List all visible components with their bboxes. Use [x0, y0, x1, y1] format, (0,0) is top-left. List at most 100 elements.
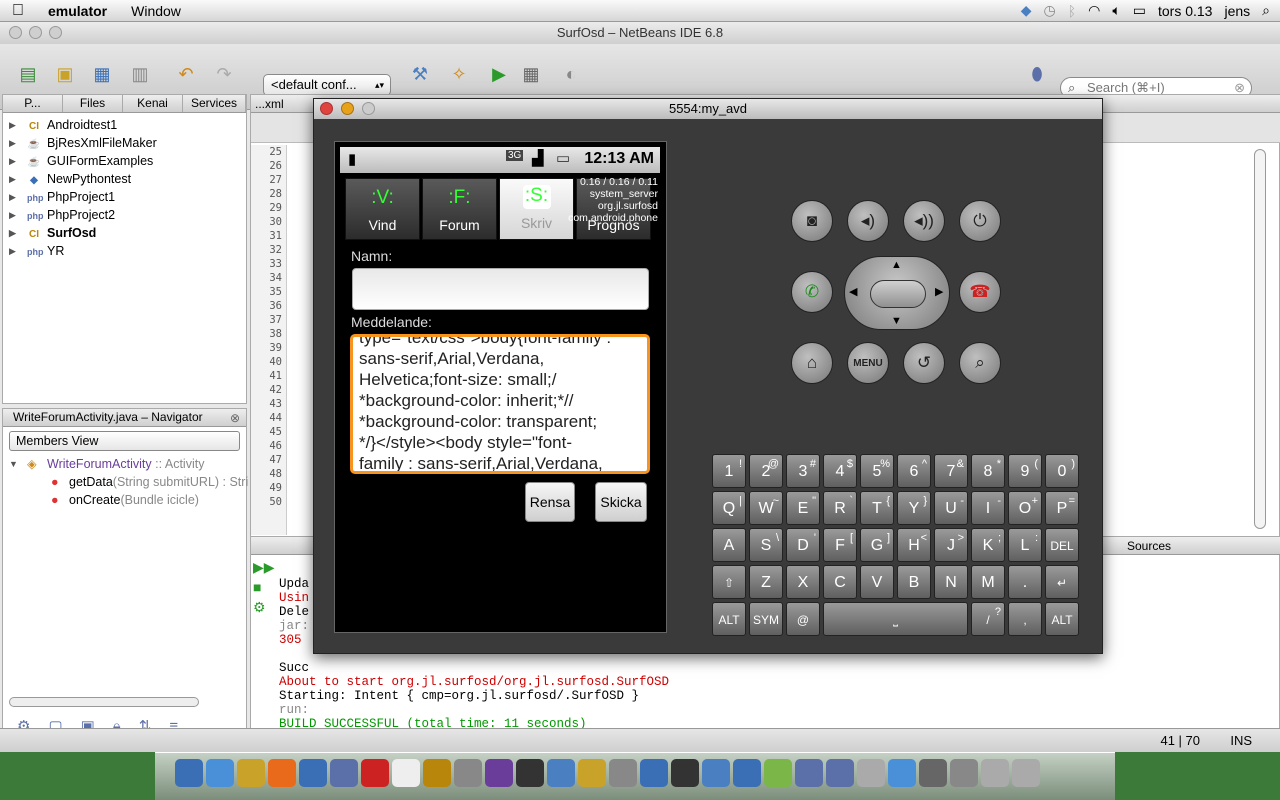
bluetooth-icon[interactable]: ᛒ — [1068, 3, 1076, 19]
horizontal-scrollbar[interactable] — [9, 697, 199, 707]
dock-app-icon[interactable] — [857, 759, 885, 787]
key[interactable]: S \ — [749, 528, 783, 562]
redo-icon[interactable]: ↷ — [211, 61, 237, 87]
dock-app-icon[interactable] — [175, 759, 203, 787]
key[interactable]: 6 ^ — [897, 454, 931, 488]
at-key[interactable]: @ — [786, 602, 820, 636]
dock-app-icon[interactable] — [702, 759, 730, 787]
power-button[interactable]: ⏻ — [959, 200, 1001, 242]
dock-app-icon[interactable] — [454, 759, 482, 787]
expand-icon[interactable]: ▶ — [9, 242, 16, 260]
dropbox-icon[interactable]: ◆ — [1021, 2, 1032, 19]
tree-item-bjresxmlfilemaker[interactable]: ▶ ☕ BjResXmlFileMaker — [3, 134, 246, 152]
key[interactable]: 2 @ — [749, 454, 783, 488]
new-project-icon[interactable]: ▣ — [52, 61, 78, 87]
key[interactable]: . — [1008, 565, 1042, 599]
key[interactable]: D ' — [786, 528, 820, 562]
dock-app-icon[interactable] — [764, 759, 792, 787]
delete-key[interactable]: DEL — [1045, 528, 1079, 562]
emulator-minimize-button[interactable] — [341, 102, 354, 115]
dock-app-icon[interactable] — [671, 759, 699, 787]
dock-app-icon[interactable] — [516, 759, 544, 787]
nav-class-item[interactable]: ▼ ◈ WriteForumActivity :: Activity — [3, 455, 246, 473]
alt-key-left[interactable]: ALT — [712, 602, 746, 636]
clean-build-icon[interactable]: ✧ — [446, 61, 472, 87]
tree-item-newpythontest[interactable]: ▶ ◆ NewPythontest — [3, 170, 246, 188]
key[interactable]: C — [823, 565, 857, 599]
zoom-window-button[interactable] — [49, 26, 62, 39]
tree-item-phpproject2[interactable]: ▶ php PhpProject2 — [3, 206, 246, 224]
vertical-scrollbar[interactable] — [1254, 149, 1266, 529]
dock-app-icon[interactable] — [888, 759, 916, 787]
dock-app-icon[interactable] — [1012, 759, 1040, 787]
php-icon[interactable]: ⬮ — [1024, 61, 1050, 87]
spotlight-icon[interactable]: ⌕ — [1262, 2, 1270, 19]
call-button[interactable]: ✆ — [791, 271, 833, 313]
volume-icon[interactable]: 🔈︎ — [1112, 2, 1120, 19]
alt-key-right[interactable]: ALT — [1045, 602, 1079, 636]
dock-app-icon[interactable] — [640, 759, 668, 787]
close-window-button[interactable] — [9, 26, 22, 39]
back-button[interactable]: ↺ — [903, 342, 945, 384]
key[interactable]: K; — [971, 528, 1005, 562]
key[interactable]: 7 & — [934, 454, 968, 488]
dock-app-icon[interactable] — [206, 759, 234, 787]
key[interactable]: E " — [786, 491, 820, 525]
volume-down-button[interactable]: ◂) — [847, 200, 889, 242]
menu-window[interactable]: Window — [119, 0, 193, 22]
tab-sources[interactable]: Sources — [1127, 539, 1171, 553]
expand-icon[interactable]: ▶ — [9, 152, 16, 170]
tree-item-androidtest1[interactable]: ▶ CI Androidtest1 — [3, 116, 246, 134]
undo-icon[interactable]: ↶ — [173, 61, 199, 87]
menubar-clock[interactable]: tors 0.13 — [1158, 3, 1212, 19]
minimize-window-button[interactable] — [29, 26, 42, 39]
end-call-button[interactable]: ☎ — [959, 271, 1001, 313]
key[interactable]: F[ — [823, 528, 857, 562]
key[interactable]: O + — [1008, 491, 1042, 525]
dpad-down-icon[interactable]: ▼ — [891, 315, 902, 327]
dock-app-icon[interactable] — [268, 759, 296, 787]
collapse-icon[interactable]: ▼ — [9, 455, 18, 473]
wifi-icon[interactable]: ◠ — [1088, 2, 1100, 19]
expand-icon[interactable]: ▶ — [9, 170, 16, 188]
dpad[interactable]: ▲ ▼ ◀ ▶ — [844, 256, 950, 330]
dock-app-icon[interactable] — [392, 759, 420, 787]
dock-app-icon[interactable] — [237, 759, 265, 787]
dock-app-icon[interactable] — [485, 759, 513, 787]
time-machine-icon[interactable]: ◷ — [1044, 2, 1056, 19]
dock-app-icon[interactable] — [981, 759, 1009, 787]
tab-vind[interactable]: :V: Vind — [345, 178, 420, 240]
enter-key[interactable]: ↵ — [1045, 565, 1079, 599]
menubar-user[interactable]: jens — [1224, 3, 1250, 19]
key[interactable]: 8 * — [971, 454, 1005, 488]
key[interactable]: U- — [934, 491, 968, 525]
tab-files[interactable]: Files — [63, 95, 123, 112]
nav-method-getdata[interactable]: ● getData(String submitURL) : Stri — [3, 473, 248, 491]
name-input[interactable] — [352, 268, 649, 310]
dpad-center-button[interactable] — [870, 280, 926, 308]
tab-projects[interactable]: P... — [3, 95, 63, 112]
comma-key[interactable]: , — [1008, 602, 1042, 636]
key[interactable]: Y} — [897, 491, 931, 525]
emulator-zoom-button[interactable] — [362, 102, 375, 115]
expand-icon[interactable]: ▶ — [9, 134, 16, 152]
expand-icon[interactable]: ▶ — [9, 224, 16, 242]
save-all-icon[interactable]: ▥ — [127, 61, 153, 87]
key[interactable]: Q | — [712, 491, 746, 525]
key[interactable]: H < — [897, 528, 931, 562]
dock-app-icon[interactable] — [547, 759, 575, 787]
dpad-left-icon[interactable]: ◀ — [849, 285, 857, 298]
key[interactable]: 4 $ — [823, 454, 857, 488]
tree-item-surfosd[interactable]: ▶ CI SurfOsd — [3, 224, 246, 242]
menu-app-name[interactable]: emulator — [36, 0, 119, 22]
volume-up-button[interactable]: ◂)) — [903, 200, 945, 242]
tab-kenai[interactable]: Kenai — [123, 95, 183, 112]
key[interactable]: R ` — [823, 491, 857, 525]
clear-button[interactable]: Rensa — [525, 482, 575, 522]
tab-services[interactable]: Services — [183, 95, 246, 112]
dock-app-icon[interactable] — [919, 759, 947, 787]
key[interactable]: I- — [971, 491, 1005, 525]
new-file-icon[interactable]: ▤ — [15, 61, 41, 87]
key[interactable]: T{ — [860, 491, 894, 525]
open-project-icon[interactable]: ▦ — [89, 61, 115, 87]
